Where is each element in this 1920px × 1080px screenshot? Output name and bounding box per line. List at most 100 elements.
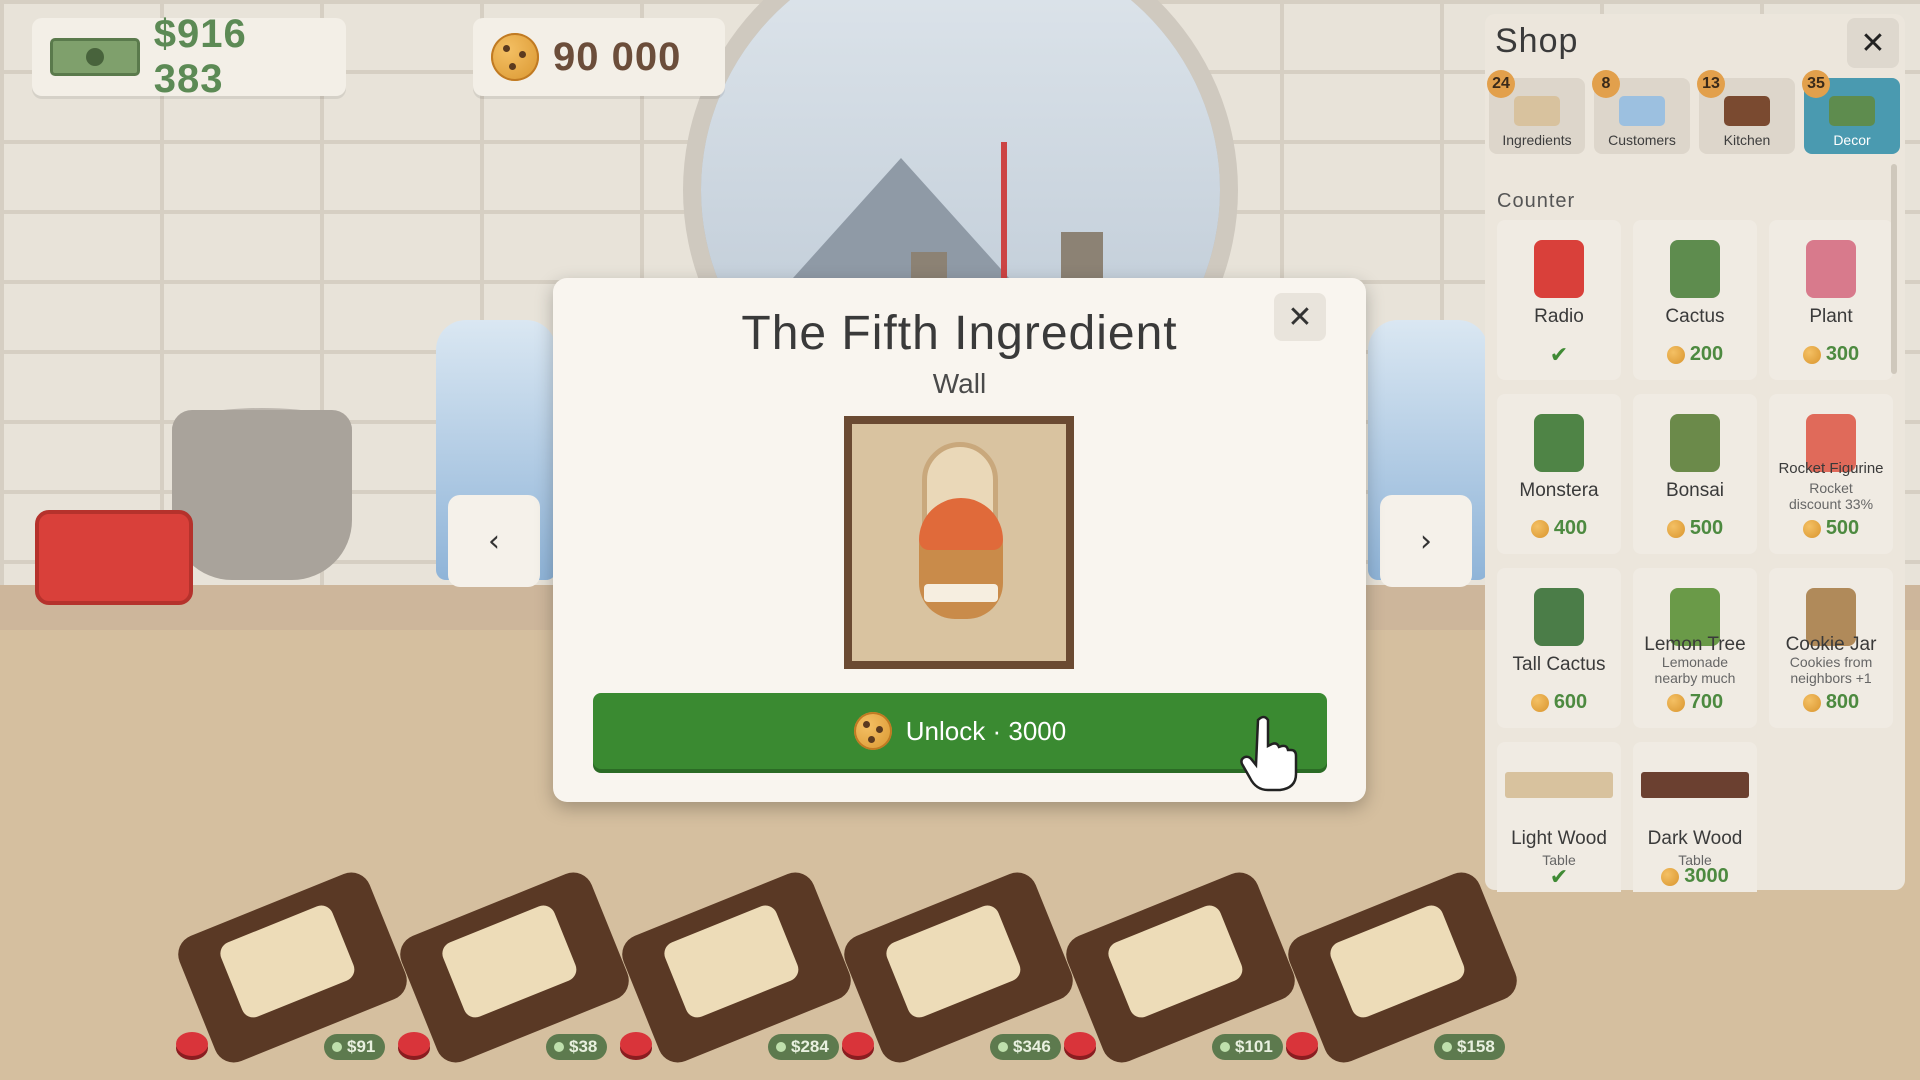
hand-pointer-cursor	[1240, 715, 1298, 792]
tab-count-badge: 35	[1802, 70, 1830, 98]
shop-item-cookie-jar[interactable]: Cookie Jar Cookies from neighbors +1 800	[1769, 568, 1893, 728]
item-name: Monstera	[1519, 480, 1599, 501]
tab-count-badge: 13	[1697, 70, 1725, 98]
item-price: 600	[1497, 691, 1621, 714]
modal-title: The Fifth Ingredient	[741, 307, 1178, 360]
chevron-left-icon: ‹	[488, 523, 500, 559]
radio-prop	[35, 510, 193, 605]
tab-label: Customers	[1608, 132, 1676, 148]
owned-check-icon: ✔	[1549, 864, 1569, 889]
item-name: Lemon Tree	[1644, 634, 1746, 655]
shop-item-cactus[interactable]: Cactus 200	[1633, 220, 1757, 380]
cookie-value: 90 000	[553, 34, 682, 79]
sandwich	[882, 901, 1024, 1022]
board-price-tag: $346	[990, 1034, 1061, 1060]
shop-item-tall-cactus[interactable]: Tall Cactus 600	[1497, 568, 1621, 728]
kitchen-icon	[1724, 96, 1770, 126]
modal-close-button[interactable]: ✕	[1274, 293, 1326, 341]
item-price: 800	[1769, 691, 1893, 714]
shop-item-monstera[interactable]: Monstera 400	[1497, 394, 1621, 554]
section-heading: Counter	[1497, 190, 1576, 212]
tab-kitchen[interactable]: 13 Kitchen	[1697, 70, 1795, 154]
tab-ingredients[interactable]: 24 Ingredients	[1487, 70, 1585, 154]
shop-item-lemon-tree[interactable]: Lemon Tree Lemonade nearby much 700	[1633, 568, 1757, 728]
close-icon: ✕	[1287, 299, 1313, 335]
shop-item-grid: Radio ✔ Cactus 200 Plant 300 Monstera 400 Bonsai…	[1497, 220, 1897, 892]
item-name: Tall Cactus	[1512, 654, 1606, 675]
cookie-icon	[491, 33, 539, 81]
owned-check-icon: ✔	[1549, 342, 1569, 367]
item-name: Dark Wood	[1647, 828, 1743, 849]
shop-item-light-wood[interactable]: Light Wood Table ✔	[1497, 742, 1621, 892]
item-name: Light Wood	[1511, 828, 1607, 849]
modal-subtitle: Wall	[932, 368, 987, 399]
item-name: Radio	[1534, 306, 1584, 327]
previous-arrow-button[interactable]: ‹	[448, 495, 540, 587]
tab-customers[interactable]: 8 Customers	[1592, 70, 1690, 154]
item-icon	[1534, 240, 1584, 298]
item-price: 300	[1769, 343, 1893, 366]
serve-button[interactable]	[1286, 1032, 1318, 1056]
shop-item-dark-wood[interactable]: Dark Wood Table 3000	[1633, 742, 1757, 892]
board-price-tag: $158	[1434, 1034, 1505, 1060]
serve-button[interactable]	[176, 1032, 208, 1056]
serve-button[interactable]	[1064, 1032, 1096, 1056]
item-icon	[1806, 240, 1856, 298]
tab-count-badge: 8	[1592, 70, 1620, 98]
item-description: Lemonade nearby much	[1654, 654, 1736, 686]
ingredients-icon	[1514, 96, 1560, 126]
framed-portrait	[844, 416, 1074, 669]
sandwich	[216, 901, 358, 1022]
board-price-tag: $91	[324, 1034, 386, 1060]
coin-icon	[1442, 1042, 1452, 1052]
tab-label: Kitchen	[1723, 132, 1771, 148]
shop-scrollbar[interactable]	[1891, 164, 1897, 374]
shop-title: Shop	[1495, 22, 1579, 60]
shop-item-bonsai[interactable]: Bonsai 500	[1633, 394, 1757, 554]
serve-button[interactable]	[398, 1032, 430, 1056]
shop-close-button[interactable]: ✕	[1847, 18, 1899, 68]
decor-icon	[1829, 96, 1875, 126]
cookie-icon	[1661, 867, 1680, 886]
shop-panel: Shop ✕ 24 Ingredients 8 Customers 13 Kitchen 3…	[1485, 14, 1905, 892]
coin-icon	[998, 1042, 1008, 1052]
cash-value: $916 383	[153, 12, 247, 101]
item-icon	[1670, 414, 1720, 472]
sandwich	[1326, 901, 1468, 1022]
cookie-icon	[1666, 345, 1685, 364]
next-arrow-button[interactable]: ›	[1380, 495, 1472, 587]
tab-count-badge: 24	[1487, 70, 1515, 98]
item-price: 500	[1633, 517, 1757, 540]
sandwich	[438, 901, 580, 1022]
cash-counter: $916 383	[32, 12, 346, 101]
tea-mug-character	[172, 410, 352, 580]
item-price: 200	[1633, 343, 1757, 366]
serve-button[interactable]	[842, 1032, 874, 1056]
shop-item-rocket-figurine[interactable]: Rocket Figurine Rocket discount 33% 500	[1769, 394, 1893, 554]
tab-label: Decor	[1833, 132, 1871, 148]
item-price: 500	[1769, 517, 1893, 540]
cookie-icon	[1666, 519, 1685, 538]
item-name: Rocket Figurine	[1778, 460, 1884, 477]
board-price-tag: $284	[768, 1034, 839, 1060]
chevron-right-icon: ›	[1420, 523, 1432, 559]
shop-item-radio[interactable]: Radio ✔	[1497, 220, 1621, 380]
cookie-counter: 90 000	[473, 18, 725, 96]
item-name: Cactus	[1665, 306, 1725, 327]
shop-item-plant[interactable]: Plant 300	[1769, 220, 1893, 380]
tab-label: Ingredients	[1502, 132, 1572, 148]
cookie-icon	[1530, 693, 1549, 712]
coin-icon	[554, 1042, 564, 1052]
item-name: Plant	[1809, 306, 1853, 327]
cookie-icon	[1802, 519, 1821, 538]
unlock-button[interactable]: Unlock · 3000	[593, 693, 1327, 769]
tab-decor[interactable]: 35 Decor	[1802, 70, 1900, 154]
cookie-icon	[1666, 693, 1685, 712]
serve-button[interactable]	[620, 1032, 652, 1056]
coin-icon	[332, 1042, 342, 1052]
item-price: 700	[1633, 691, 1757, 714]
cookie-icon	[1802, 693, 1821, 712]
coin-icon	[776, 1042, 786, 1052]
coin-icon	[1220, 1042, 1230, 1052]
item-icon	[1534, 588, 1584, 646]
